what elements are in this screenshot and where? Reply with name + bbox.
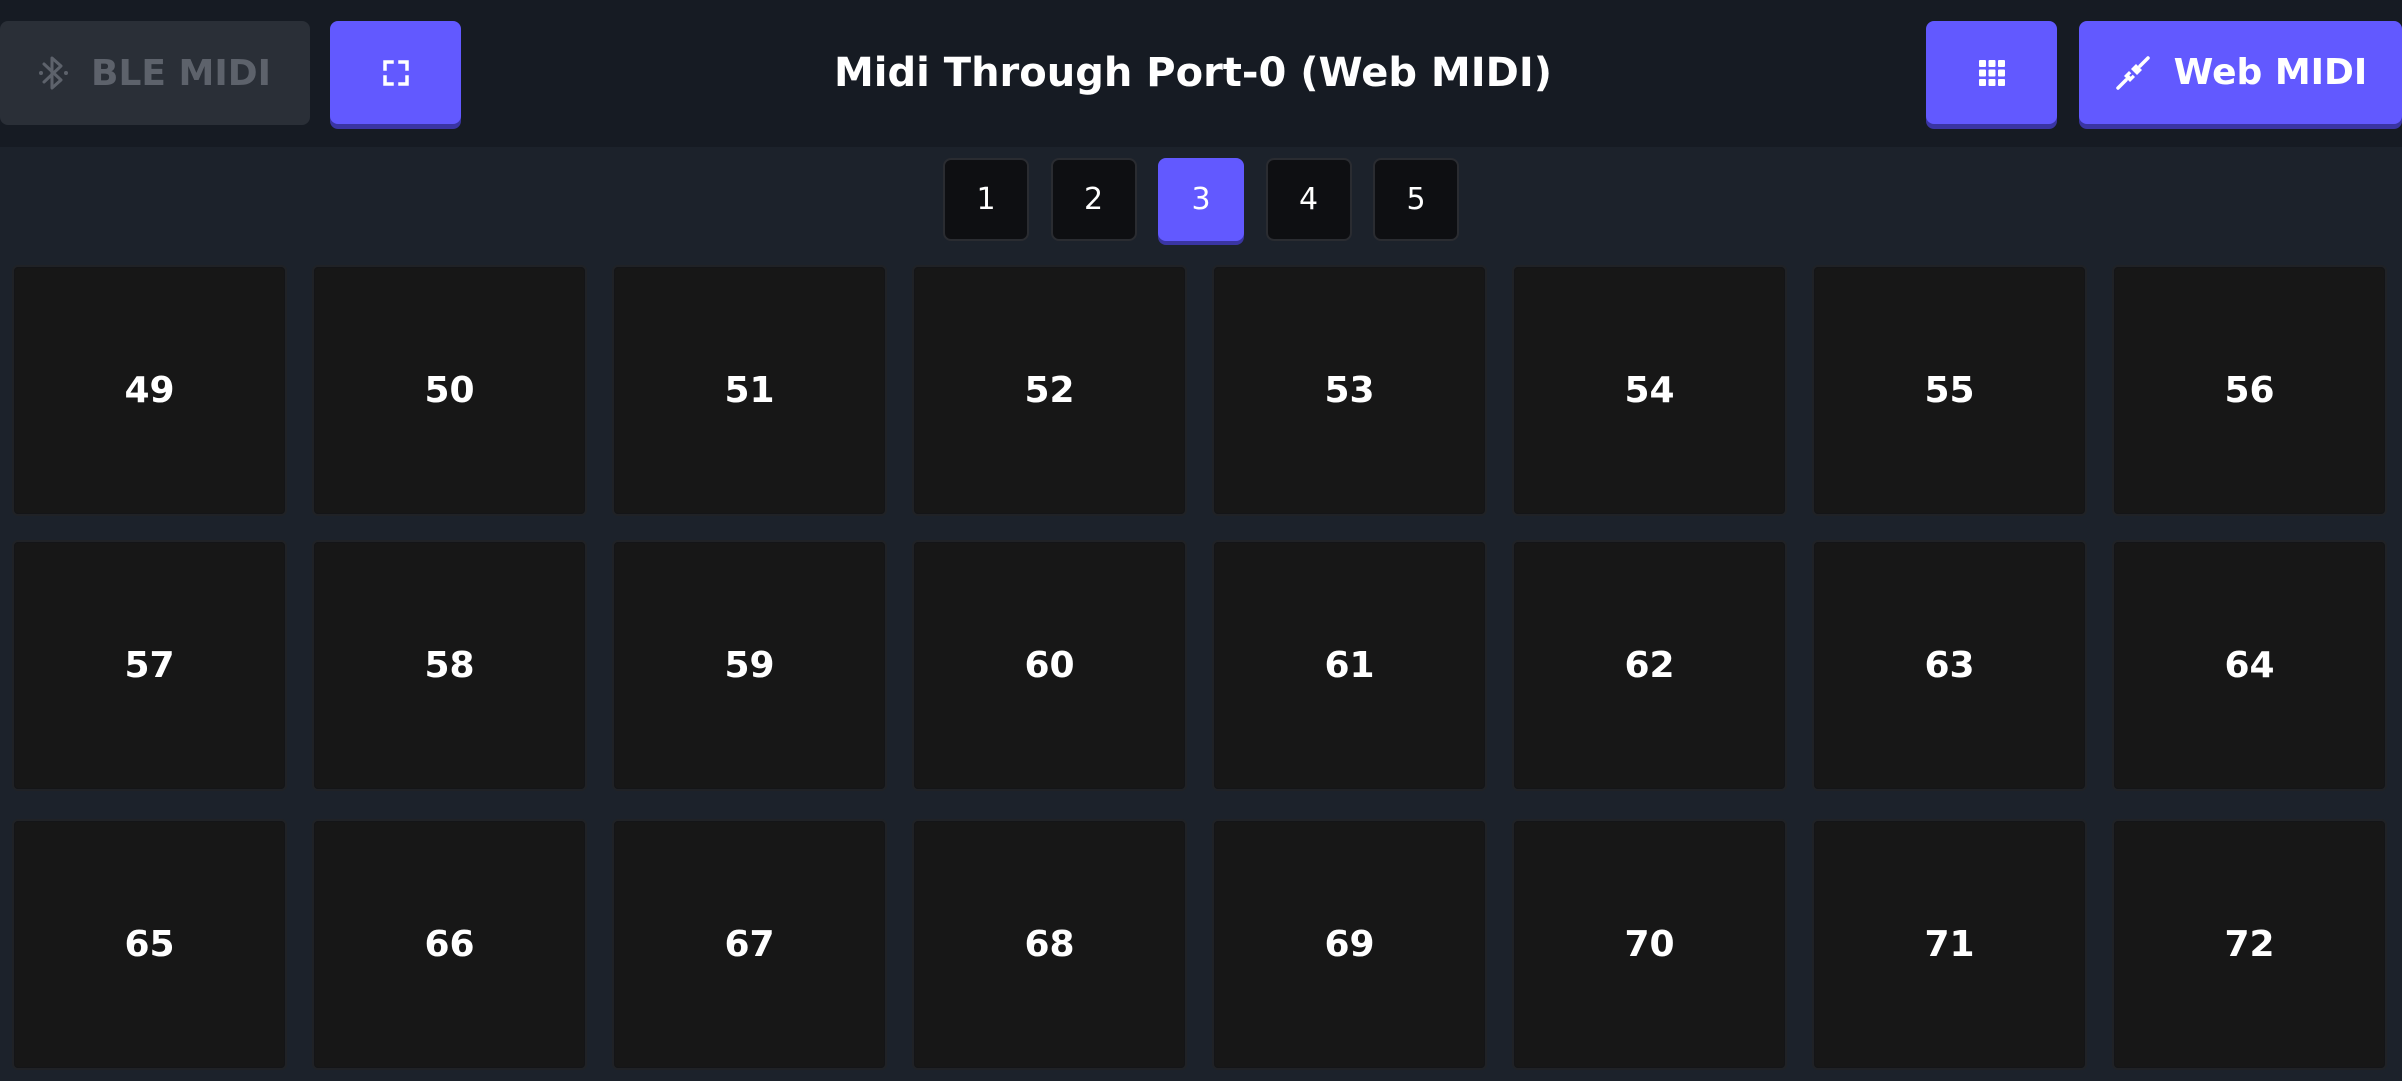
pad-71[interactable]: 71 xyxy=(1812,819,2087,1070)
ble-midi-label: BLE MIDI xyxy=(91,52,271,94)
grid-view-button[interactable] xyxy=(1926,21,2057,124)
top-bar: BLE MIDI Midi Through Port-0 (Web MIDI) xyxy=(0,0,2402,147)
pad-64[interactable]: 64 xyxy=(2112,540,2387,791)
page-title: Midi Through Port-0 (Web MIDI) xyxy=(834,50,1552,96)
fullscreen-button[interactable] xyxy=(330,21,461,124)
grid-icon xyxy=(1978,59,2006,87)
cable-icon xyxy=(2114,54,2152,92)
pad-50[interactable]: 50 xyxy=(312,265,587,516)
pad-58[interactable]: 58 xyxy=(312,540,587,791)
bluetooth-icon xyxy=(39,54,69,92)
pad-70[interactable]: 70 xyxy=(1512,819,1787,1070)
pad-52[interactable]: 52 xyxy=(912,265,1187,516)
page-button-3[interactable]: 3 xyxy=(1158,158,1244,241)
pad-68[interactable]: 68 xyxy=(912,819,1187,1070)
pad-61[interactable]: 61 xyxy=(1212,540,1487,791)
page-button-1[interactable]: 1 xyxy=(943,158,1029,241)
pad-72[interactable]: 72 xyxy=(2112,819,2387,1070)
pad-60[interactable]: 60 xyxy=(912,540,1187,791)
pad-63[interactable]: 63 xyxy=(1812,540,2087,791)
pad-66[interactable]: 66 xyxy=(312,819,587,1070)
pad-65[interactable]: 65 xyxy=(12,819,287,1070)
page-selector: 12345 xyxy=(943,158,1459,242)
pad-49[interactable]: 49 xyxy=(12,265,287,516)
pad-69[interactable]: 69 xyxy=(1212,819,1487,1070)
pad-54[interactable]: 54 xyxy=(1512,265,1787,516)
page-button-2[interactable]: 2 xyxy=(1050,158,1137,241)
web-midi-label: Web MIDI xyxy=(2173,52,2368,93)
pad-51[interactable]: 51 xyxy=(612,265,887,516)
pad-55[interactable]: 55 xyxy=(1812,265,2087,516)
pad-59[interactable]: 59 xyxy=(612,540,887,791)
web-midi-button[interactable]: Web MIDI xyxy=(2079,21,2402,124)
pad-67[interactable]: 67 xyxy=(612,819,887,1070)
page-button-4[interactable]: 4 xyxy=(1265,158,1352,241)
pad-53[interactable]: 53 xyxy=(1212,265,1487,516)
fullscreen-icon xyxy=(382,59,409,86)
page-button-5[interactable]: 5 xyxy=(1373,158,1459,241)
pad-grid: 49 50 51 52 53 54 55 56 57 58 59 60 61 62 63 64 65 66 67 68… xyxy=(12,265,2402,1081)
ble-midi-button[interactable]: BLE MIDI xyxy=(0,21,310,125)
pad-56[interactable]: 56 xyxy=(2112,265,2387,516)
pad-57[interactable]: 57 xyxy=(12,540,287,791)
pad-62[interactable]: 62 xyxy=(1512,540,1787,791)
